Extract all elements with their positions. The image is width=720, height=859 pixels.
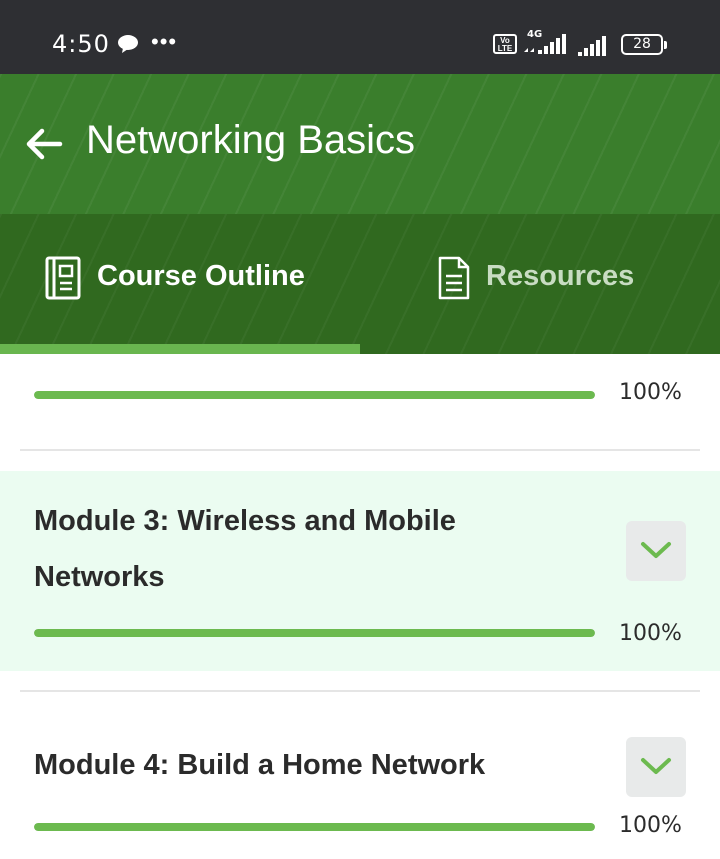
- volte-badge: Vo LTE: [493, 34, 517, 54]
- active-tab-indicator: [0, 344, 360, 354]
- progress-fill: [34, 391, 595, 399]
- module-card-3[interactable]: Module 3: Wireless and Mobile Networks 1…: [0, 471, 720, 671]
- module-progress-bar: [34, 823, 595, 831]
- network-type-label: 4G: [527, 29, 542, 40]
- tab-course-outline[interactable]: Course Outline: [0, 214, 360, 354]
- divider: [20, 690, 700, 692]
- expand-button[interactable]: [626, 737, 686, 797]
- module-progress-label: 100%: [619, 621, 682, 646]
- module-progress-label: 100%: [619, 380, 682, 405]
- divider: [20, 449, 700, 451]
- module-title: Module 4: Build a Home Network: [34, 749, 486, 781]
- app-header: Networking Basics Course Outline Resourc…: [0, 74, 720, 354]
- module-title: Module 3: Wireless and Mobile Networks: [34, 505, 456, 593]
- tab-resources[interactable]: Resources: [360, 214, 720, 354]
- back-button[interactable]: [24, 124, 64, 164]
- chevron-down-icon: [641, 542, 671, 558]
- progress-fill: [34, 629, 595, 637]
- notebook-icon: [45, 256, 81, 300]
- document-icon: [438, 256, 470, 300]
- tab-bar: Course Outline Resources: [0, 214, 720, 354]
- tab-course-outline-label: Course Outline: [97, 260, 305, 292]
- status-bar: 4:50 ••• Vo LTE 4G 28: [0, 0, 720, 74]
- expand-button[interactable]: [626, 521, 686, 581]
- title-row: Networking Basics: [0, 74, 720, 214]
- progress-fill: [34, 823, 595, 831]
- battery-icon: 28: [621, 34, 667, 55]
- module-progress-label: 100%: [619, 813, 682, 838]
- module-card-4[interactable]: Module 4: Build a Home Network 100%: [0, 693, 720, 859]
- page-title: Networking Basics: [86, 118, 416, 162]
- battery-level: 28: [633, 36, 651, 52]
- more-notifications-icon: •••: [151, 29, 178, 54]
- chat-bubble-icon: [118, 35, 138, 53]
- chevron-down-icon: [641, 758, 671, 774]
- module-progress-bar: [34, 629, 595, 637]
- signal-4g-icon: 4G: [524, 29, 566, 54]
- status-time: 4:50: [52, 30, 110, 58]
- signal-icon: [578, 36, 606, 56]
- course-outline-list: 100% Module 3: Wireless and Mobile Netwo…: [0, 354, 720, 859]
- module-progress-bar: [34, 391, 595, 399]
- tab-resources-label: Resources: [486, 260, 635, 292]
- arrow-left-icon: [26, 128, 63, 160]
